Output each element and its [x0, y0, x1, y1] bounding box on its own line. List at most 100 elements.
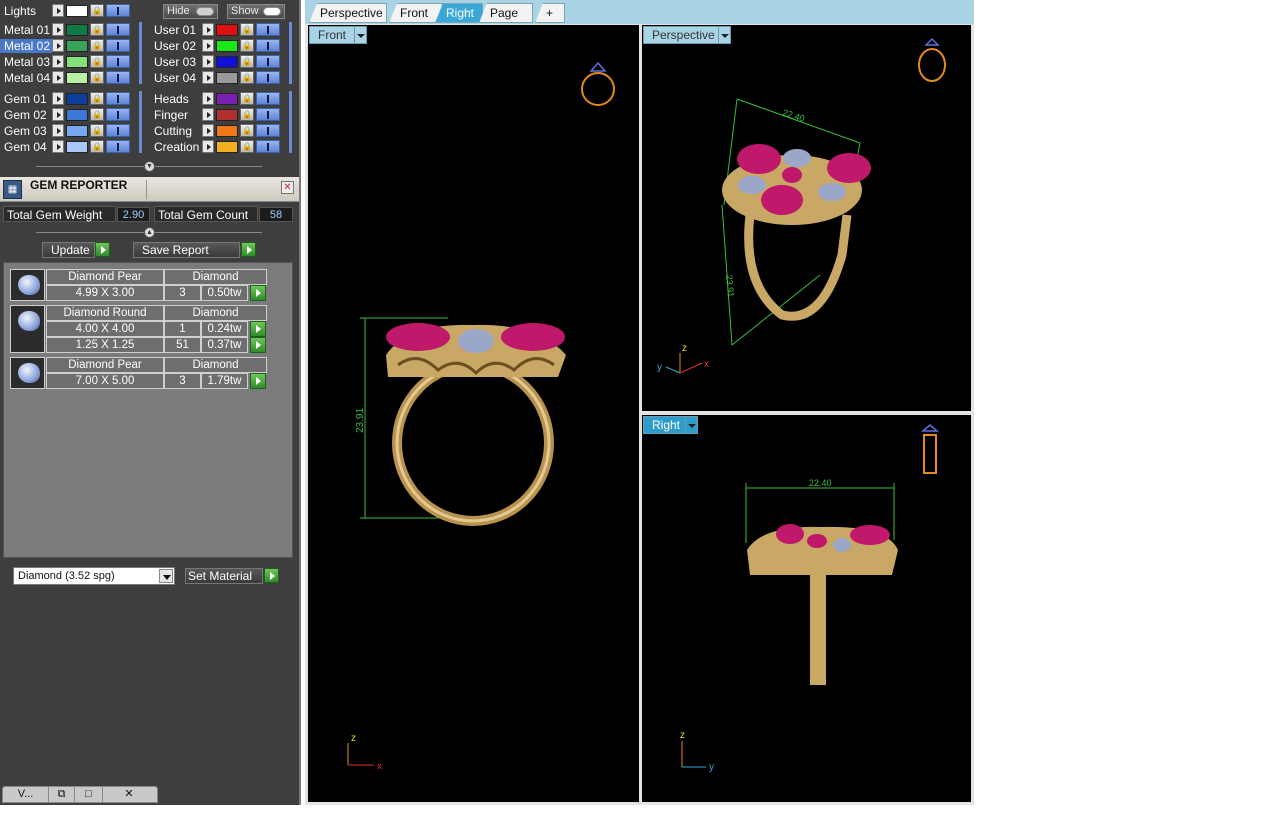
layer-color-swatch[interactable] — [216, 92, 238, 105]
tab-front[interactable]: Front — [389, 3, 443, 23]
lock-icon[interactable]: 🔒 — [240, 108, 254, 121]
visibility-toggle[interactable] — [256, 124, 280, 137]
save-report-go-icon[interactable] — [241, 242, 256, 257]
select-gem-go-icon[interactable] — [250, 337, 266, 353]
visibility-toggle[interactable] — [256, 55, 280, 68]
gem-shape-icon[interactable] — [10, 357, 45, 389]
expand-arrow-icon[interactable] — [52, 108, 64, 121]
lock-icon[interactable]: 🔒 — [90, 124, 104, 137]
expand-arrow-icon[interactable] — [202, 71, 214, 84]
expand-arrow-icon[interactable] — [202, 140, 214, 153]
window-title-button[interactable]: V... — [3, 787, 49, 802]
layer-color-swatch[interactable] — [216, 71, 238, 84]
layer-name[interactable]: Metal 04 — [0, 71, 52, 85]
visibility-toggle[interactable] — [106, 71, 130, 84]
visibility-toggle[interactable] — [106, 124, 130, 137]
visibility-toggle[interactable] — [256, 71, 280, 84]
update-go-icon[interactable] — [95, 242, 110, 257]
layer-name[interactable]: Metal 01 — [0, 23, 52, 37]
right-layer-row[interactable]: Cutting 🔒 — [150, 123, 280, 138]
expand-arrow-icon[interactable] — [52, 55, 64, 68]
lock-icon[interactable]: 🔒 — [240, 23, 254, 36]
expand-arrow-icon[interactable] — [202, 23, 214, 36]
maximize-icon[interactable]: □ — [75, 787, 103, 802]
lock-icon[interactable]: 🔒 — [90, 55, 104, 68]
left-layer-row[interactable]: Gem 03 🔒 — [0, 123, 130, 138]
layer-name[interactable]: Cutting — [150, 124, 202, 138]
left-layer-row[interactable]: Gem 02 🔒 — [0, 107, 130, 122]
save-report-button[interactable]: Save Report — [133, 242, 240, 258]
lights-visibility-toggle[interactable] — [106, 4, 130, 17]
right-layer-row[interactable]: User 01 🔒 — [150, 22, 280, 37]
layer-color-swatch[interactable] — [66, 23, 88, 36]
layer-color-swatch[interactable] — [66, 140, 88, 153]
layer-name[interactable]: User 02 — [150, 39, 202, 53]
lock-icon[interactable]: 🔒 — [90, 71, 104, 84]
gem-shape-icon[interactable] — [10, 305, 45, 353]
layer-color-swatch[interactable] — [216, 140, 238, 153]
left-layer-row[interactable]: Metal 02 🔒 — [0, 38, 130, 53]
expand-arrow-icon[interactable] — [52, 23, 64, 36]
layer-name[interactable]: Gem 01 — [0, 92, 52, 106]
lock-icon[interactable]: 🔒 — [240, 124, 254, 137]
visibility-toggle[interactable] — [106, 108, 130, 121]
lock-icon[interactable]: 🔒 — [90, 140, 104, 153]
visibility-toggle[interactable] — [106, 55, 130, 68]
layer-color-swatch[interactable] — [216, 124, 238, 137]
layer-name[interactable]: Finger — [150, 108, 202, 122]
visibility-toggle[interactable] — [256, 39, 280, 52]
close-icon[interactable]: ✕ — [281, 181, 294, 194]
restore-icon[interactable]: ⧉ — [49, 787, 75, 802]
hide-button[interactable]: Hide — [163, 4, 218, 19]
left-layer-row[interactable]: Metal 01 🔒 — [0, 22, 130, 37]
set-material-button[interactable]: Set Material — [185, 568, 263, 584]
set-material-go-icon[interactable] — [264, 568, 279, 583]
material-select[interactable]: Diamond (3.52 spg) — [13, 567, 175, 585]
expand-arrow-icon[interactable] — [52, 71, 64, 84]
right-viewport[interactable]: Right 22.40 z y — [642, 415, 971, 802]
layer-color-swatch[interactable] — [216, 39, 238, 52]
tab-page-1[interactable]: Page 1 — [479, 3, 533, 23]
visibility-toggle[interactable] — [106, 23, 130, 36]
add-tab-icon[interactable]: + — [535, 3, 565, 23]
visibility-toggle[interactable] — [256, 23, 280, 36]
perspective-viewport[interactable]: Perspective 22.40 23.91 z x y — [642, 25, 971, 411]
layer-color-swatch[interactable] — [66, 124, 88, 137]
lock-icon[interactable]: 🔒 — [240, 55, 254, 68]
select-gem-go-icon[interactable] — [250, 373, 266, 389]
show-button[interactable]: Show — [227, 4, 285, 19]
left-layer-row[interactable]: Metal 03 🔒 — [0, 54, 130, 69]
collapse-knob-icon[interactable]: ▼ — [144, 161, 155, 172]
lock-icon[interactable]: 🔒 — [90, 108, 104, 121]
visibility-toggle[interactable] — [106, 140, 130, 153]
layer-color-swatch[interactable] — [66, 39, 88, 52]
visibility-toggle[interactable] — [256, 92, 280, 105]
tab-perspective[interactable]: Perspective — [309, 3, 387, 23]
visibility-toggle[interactable] — [256, 108, 280, 121]
layer-name[interactable]: Gem 03 — [0, 124, 52, 138]
layer-name[interactable]: Metal 03 — [0, 55, 52, 69]
layer-name[interactable]: Creation — [150, 140, 202, 154]
expand-arrow-icon[interactable] — [202, 92, 214, 105]
left-layer-row[interactable]: Gem 01 🔒 — [0, 91, 130, 106]
layer-name[interactable]: Metal 02 — [0, 38, 52, 53]
layer-name[interactable]: User 03 — [150, 55, 202, 69]
lock-icon[interactable]: 🔒 — [240, 71, 254, 84]
right-layer-row[interactable]: User 02 🔒 — [150, 38, 280, 53]
close-window-icon[interactable]: ✕ — [103, 787, 155, 802]
layer-color-swatch[interactable] — [216, 23, 238, 36]
lock-icon[interactable]: 🔒 — [90, 23, 104, 36]
visibility-toggle[interactable] — [106, 92, 130, 105]
layer-color-swatch[interactable] — [66, 55, 88, 68]
layer-name[interactable]: Heads — [150, 92, 202, 106]
expand-arrow-icon[interactable] — [202, 124, 214, 137]
expand-arrow-icon[interactable] — [52, 140, 64, 153]
visibility-toggle[interactable] — [256, 140, 280, 153]
lock-icon[interactable]: 🔒 — [240, 92, 254, 105]
expand-knob-icon[interactable]: ▲ — [144, 227, 155, 238]
layer-color-swatch[interactable] — [216, 55, 238, 68]
layer-color-swatch[interactable] — [66, 71, 88, 84]
expand-arrow-icon[interactable] — [202, 55, 214, 68]
gem-shape-icon[interactable] — [10, 269, 45, 301]
right-layer-row[interactable]: User 03 🔒 — [150, 54, 280, 69]
